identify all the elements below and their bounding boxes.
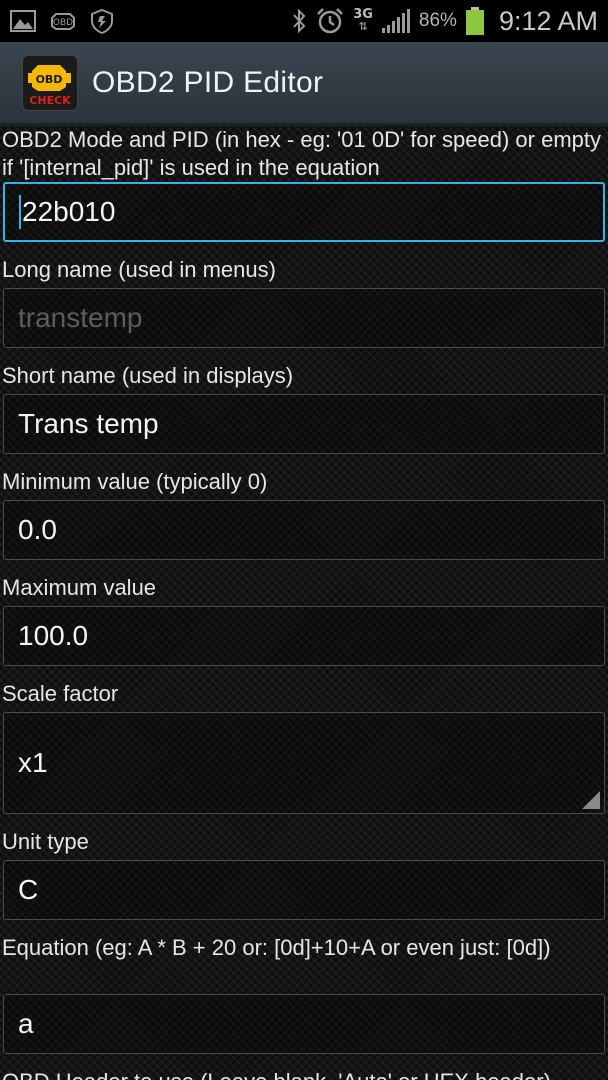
mode-pid-label: OBD2 Mode and PID (in hex - eg: '01 0D' … <box>2 127 602 180</box>
equation-input[interactable]: a <box>3 994 605 1054</box>
bluetooth-icon <box>291 8 307 34</box>
app-icon[interactable]: OBD CHECK <box>22 54 78 111</box>
unit-type-label: Unit type <box>2 829 89 854</box>
shield-icon <box>90 8 114 34</box>
min-value-label: Minimum value (typically 0) <box>2 469 268 494</box>
min-value-value: 0.0 <box>18 514 57 545</box>
status-bar-left: OBD <box>10 8 114 34</box>
spinner-arrow-icon <box>582 791 600 809</box>
max-value-label: Maximum value <box>2 575 157 600</box>
unit-type-input[interactable]: C <box>3 860 605 920</box>
clock: 9:12 AM <box>498 5 598 36</box>
short-name-label: Short name (used in displays) <box>2 363 294 388</box>
text-cursor <box>19 195 21 229</box>
scale-factor-value: x1 <box>18 747 48 778</box>
equation-value: a <box>18 1008 34 1039</box>
battery-icon <box>465 6 485 36</box>
pid-editor-form: OBD2 Mode and PID (in hex - eg: '01 0D' … <box>0 126 608 1080</box>
app-icon-text-top: OBD <box>36 73 63 86</box>
network-3g-icon: 3G ⇅ <box>353 7 373 33</box>
scale-factor-label: Scale factor <box>2 681 119 706</box>
equation-label: Equation (eg: A * B + 20 or: [0d]+10+A o… <box>2 935 551 960</box>
gallery-icon <box>10 10 36 32</box>
obd-header-label: OBD Header to use (Leave blank, 'Auto' o… <box>0 1068 608 1080</box>
status-bar-right: 3G ⇅ 86% 9:12 AM <box>291 6 598 37</box>
alarm-icon <box>315 7 345 35</box>
mode-pid-value: 22b010 <box>22 196 116 227</box>
long-name-label: Long name (used in menus) <box>2 257 276 282</box>
svg-text:OBD: OBD <box>53 18 73 28</box>
signal-icon <box>381 8 411 34</box>
short-name-value: Trans temp <box>18 408 159 439</box>
scale-factor-spinner[interactable]: x1 <box>3 712 605 814</box>
short-name-input[interactable]: Trans temp <box>3 394 605 454</box>
unit-type-value: C <box>18 874 39 905</box>
max-value-value: 100.0 <box>18 620 89 651</box>
long-name-value: transtemp <box>18 302 143 333</box>
mode-pid-input[interactable]: 22b010 <box>3 182 605 242</box>
max-value-input[interactable]: 100.0 <box>3 606 605 666</box>
status-bar: OBD 3G ⇅ 86% 9:12 AM <box>0 0 608 42</box>
action-bar: OBD CHECK OBD2 PID Editor <box>0 42 608 126</box>
battery-percent: 86% <box>418 10 457 31</box>
app-title: OBD2 PID Editor <box>92 65 324 99</box>
obd-icon: OBD <box>48 10 78 32</box>
app-icon-text-bottom: CHECK <box>29 94 71 107</box>
long-name-input[interactable]: transtemp <box>3 288 605 348</box>
min-value-input[interactable]: 0.0 <box>3 500 605 560</box>
